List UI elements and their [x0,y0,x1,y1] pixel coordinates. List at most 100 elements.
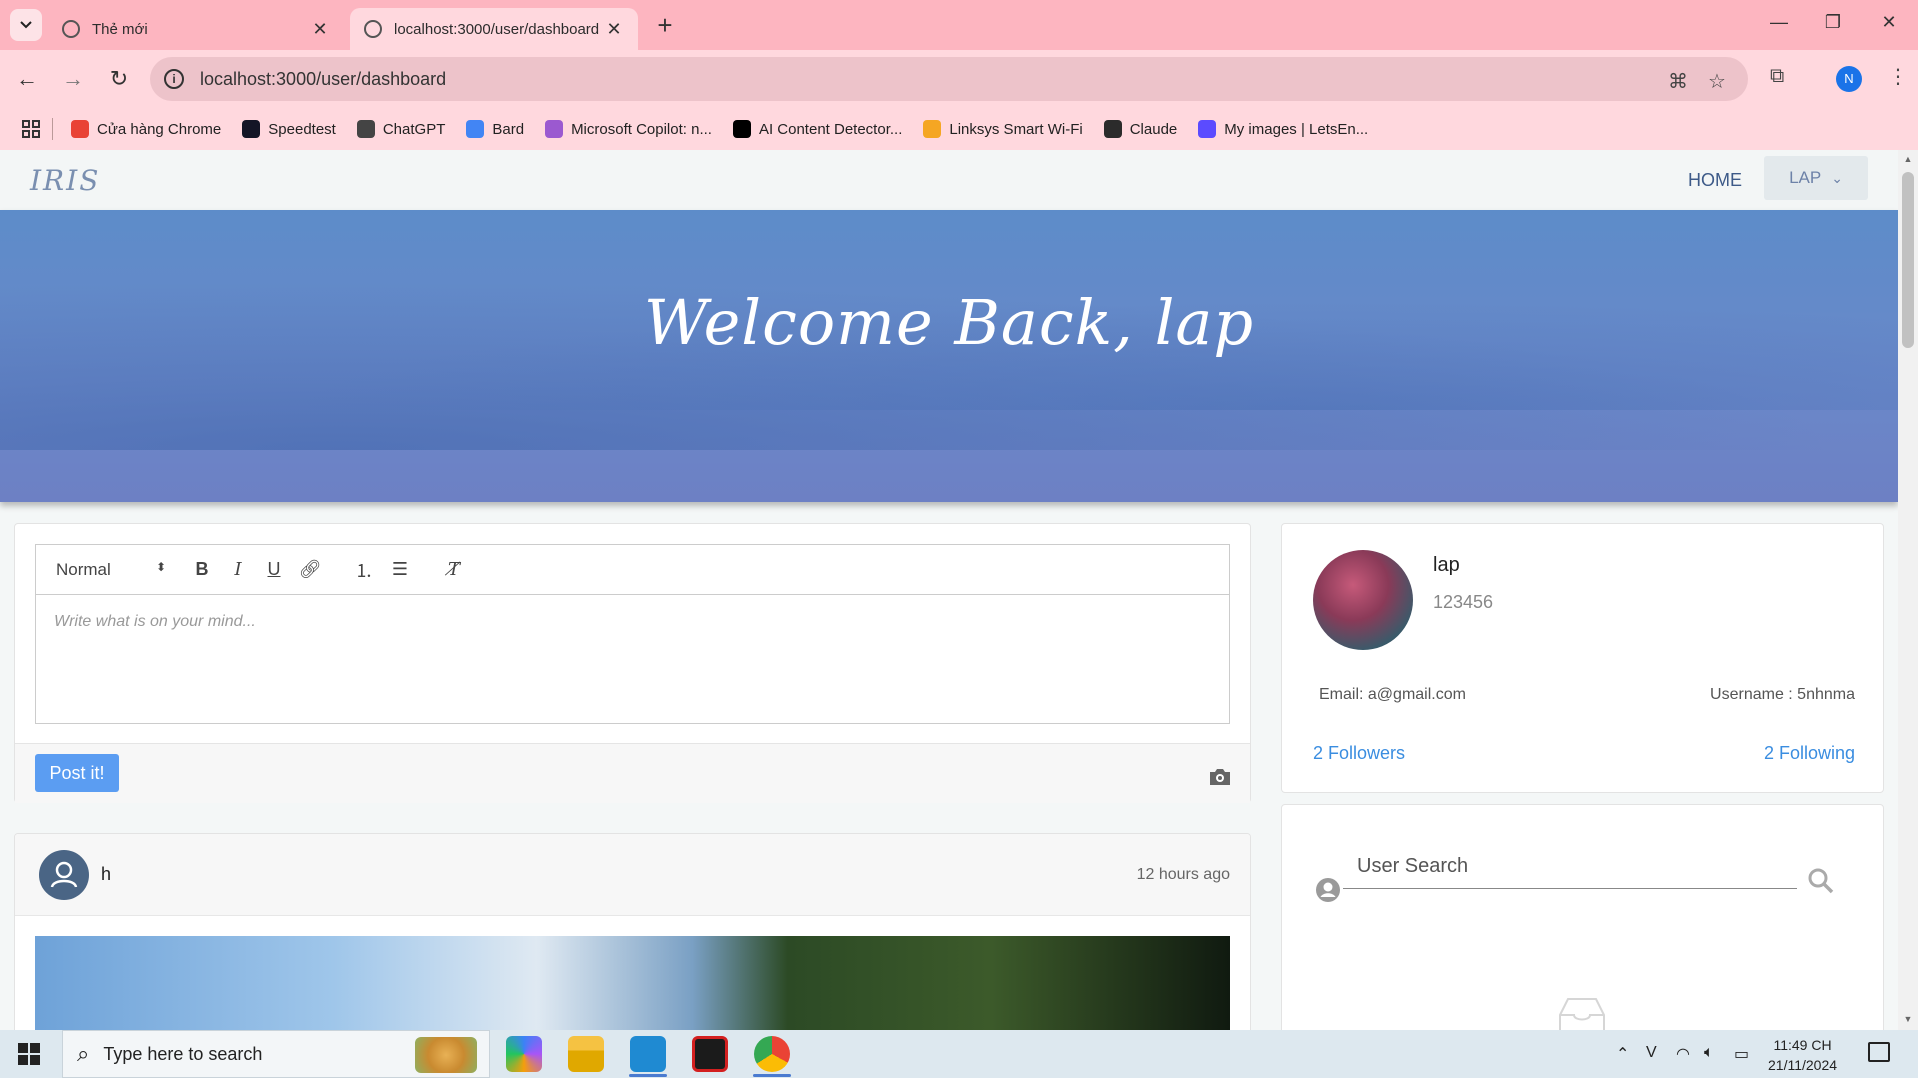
clear-format-icon[interactable]: T̸ [436,559,472,580]
apps-grid-icon[interactable] [22,120,40,138]
bookmark-item[interactable]: Bard [466,120,524,138]
profile-username: Username : 5nhnma [1710,686,1855,703]
bookmark-separator [52,118,53,140]
scroll-thumb[interactable] [1902,172,1914,348]
vscode-icon[interactable] [630,1036,666,1072]
post-image[interactable] [35,936,1230,1030]
chatgpt-icon [356,120,375,138]
bookmarks-bar: Cửa hàng Chrome Speedtest ChatGPT Bard Micro… [0,108,1918,150]
underline-icon[interactable]: U [256,559,292,580]
battery-icon[interactable]: ▭ [1734,1044,1749,1064]
browser-toolbar: ← → ↻ i localhost:3000/user/dashboard ⌘ … [0,50,1918,108]
bookmark-item[interactable]: Speedtest [242,120,336,138]
bookmark-list: Cửa hàng Chrome Speedtest ChatGPT Bard Micro… [71,120,1389,138]
bookmark-label: Cửa hàng Chrome [97,120,222,138]
reload-icon[interactable]: ↻ [104,64,134,94]
heading-format-select[interactable]: Normal ⬍ [56,560,166,580]
chrome-store-icon [71,120,89,138]
close-tab-icon[interactable]: ✕ [604,19,624,40]
bookmark-item[interactable]: AI Content Detector... [732,120,903,138]
avatar[interactable] [1313,550,1413,650]
tab-title: Thẻ mới [92,20,148,38]
welcome-hero: Welcome Back, lap [0,210,1898,502]
composer-footer: Post it! [15,743,1250,803]
camera-icon[interactable] [1208,768,1232,786]
bookmark-item[interactable]: Cửa hàng Chrome [71,120,221,138]
search-highlight-image[interactable] [415,1037,477,1073]
url-text[interactable]: localhost:3000/user/dashboard [200,69,446,90]
post-author[interactable]: h [101,864,111,885]
bookmark-item[interactable]: ChatGPT [356,120,445,138]
window-close-icon[interactable]: ✕ [1874,12,1904,33]
globe-favicon-icon [364,20,382,38]
extensions-icon[interactable]: ⧉ [1770,65,1784,88]
menu-kebab-icon[interactable]: ⋮ [1888,64,1908,89]
format-select-value: Normal [56,559,111,579]
link-icon[interactable]: 🔗︎ [292,559,328,580]
profile-card: lap 123456 Email: a@gmail.com Username :… [1281,523,1884,793]
notification-icon[interactable] [1868,1042,1890,1062]
italic-icon[interactable]: I [220,559,256,580]
tab-title: localhost:3000/user/dashboard [394,20,600,38]
tab-search-button[interactable] [10,9,42,41]
followers-link[interactable]: 2 Followers [1313,743,1405,764]
avatar[interactable] [39,850,89,900]
forward-icon[interactable]: → [58,64,88,94]
address-bar[interactable]: i localhost:3000/user/dashboard ⌘ ☆ [150,57,1748,101]
user-dropdown-label: LAP [1789,168,1822,187]
site-info-icon[interactable]: i [164,69,184,89]
page-scrollbar[interactable]: ▲ ▼ [1898,150,1918,1030]
clock-time: 11:49 CH [1773,1037,1832,1053]
site-logo[interactable]: IRIS [30,164,100,197]
bullet-list-icon[interactable]: ☰ [382,559,418,580]
bookmark-label: AI Content Detector... [758,120,903,138]
translate-icon[interactable]: ⌘ [1668,69,1688,94]
app-icon[interactable] [692,1036,728,1072]
search-icon[interactable] [1807,867,1835,895]
chevron-up-icon[interactable]: ⌃ [1616,1044,1629,1064]
post-text-area[interactable]: Write what is on your mind... [36,595,1229,649]
bookmark-label: Bard [492,120,525,138]
minimize-icon[interactable]: — [1764,12,1794,33]
user-search-input[interactable] [1343,845,1797,889]
claude-icon [1103,120,1122,138]
profile-avatar[interactable]: N [1836,66,1862,92]
taskbar-search[interactable]: ⌕ Type here to search [62,1030,490,1078]
bookmark-label: Linksys Smart Wi-Fi [949,120,1083,138]
taskbar-search-placeholder: Type here to search [103,1043,263,1064]
bookmark-item[interactable]: Linksys Smart Wi-Fi [923,120,1083,138]
system-clock[interactable]: 11:49 CH 21/11/2024 [1768,1035,1837,1075]
select-arrows-icon: ⬍ [155,559,166,574]
tray-app-icon[interactable]: V [1646,1044,1657,1062]
bookmark-item[interactable]: My images | LetsEn... [1198,120,1368,138]
user-dropdown[interactable]: LAP ⌄ [1764,156,1868,200]
restore-icon[interactable]: ❐ [1818,12,1848,33]
close-tab-icon[interactable]: ✕ [310,19,330,40]
chrome-app-icon[interactable] [754,1036,790,1072]
wifi-icon[interactable]: ◠ [1676,1044,1690,1064]
bookmark-star-icon[interactable]: ☆ [1708,69,1726,94]
back-icon[interactable]: ← [12,64,42,94]
windows-start-icon[interactable] [18,1043,40,1065]
post-timestamp: 12 hours ago [1136,866,1230,883]
scroll-down-icon[interactable]: ▼ [1902,1014,1914,1024]
file-explorer-icon[interactable] [568,1036,604,1072]
volume-icon[interactable]: 🔈︎ [1704,1044,1714,1062]
windows-taskbar: ⌕ Type here to search ⌃ V ◠ 🔈︎ ▭ 11:49 C… [0,1030,1918,1078]
active-app-indicator [629,1074,667,1077]
bookmark-item[interactable]: Microsoft Copilot: n... [545,120,712,138]
tab-dashboard[interactable]: localhost:3000/user/dashboard ✕ [350,8,638,50]
post-header: h 12 hours ago [15,834,1250,916]
bold-icon[interactable]: B [184,559,220,580]
following-link[interactable]: 2 Following [1764,743,1855,764]
empty-inbox-icon [1559,998,1605,1030]
new-tab-icon[interactable]: + [652,12,678,38]
tab-new-tab[interactable]: Thẻ mới ✕ [48,8,344,50]
ordered-list-icon[interactable]: ⒈ [346,557,382,583]
post-button[interactable]: Post it! [35,754,119,792]
profile-email: Email: a@gmail.com [1319,686,1466,703]
scroll-up-icon[interactable]: ▲ [1902,154,1914,164]
nav-home-link[interactable]: HOME [1688,170,1742,191]
copilot-app-icon[interactable] [506,1036,542,1072]
bookmark-item[interactable]: Claude [1103,120,1177,138]
